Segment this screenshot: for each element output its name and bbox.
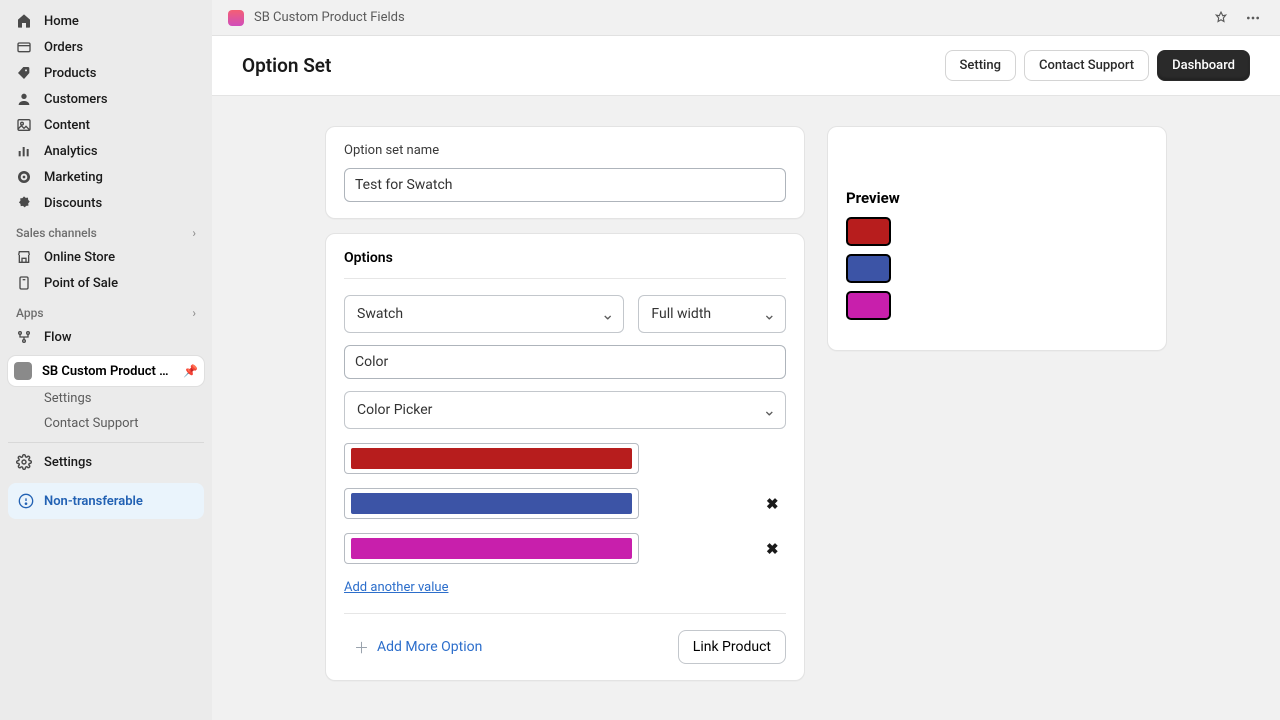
setting-button[interactable]: Setting (945, 50, 1016, 81)
main: SB Custom Product Fields Option Set Sett… (212, 0, 1280, 720)
page-header: Option Set Setting Contact Support Dashb… (212, 36, 1280, 96)
option-label-input[interactable] (344, 345, 786, 379)
sidebar-item-label: Flow (44, 330, 72, 345)
add-more-option-label: Add More Option (377, 639, 482, 655)
sidebar-item-label: Analytics (44, 144, 98, 159)
more-icon[interactable] (1242, 7, 1264, 29)
dashboard-button[interactable]: Dashboard (1157, 50, 1250, 81)
sidebar-item-label: Customers (44, 92, 108, 107)
discounts-icon (16, 195, 32, 211)
topbar-title: SB Custom Product Fields (254, 10, 1200, 25)
sidebar-item-label: Orders (44, 40, 83, 55)
sidebar-item-online-store[interactable]: Online Store (8, 244, 204, 270)
content: Option set name Options Swatch ⌄ Full wi… (212, 96, 1280, 720)
products-icon (16, 65, 32, 81)
customers-icon (16, 91, 32, 107)
preview-card: Preview (827, 126, 1167, 351)
contact-support-button[interactable]: Contact Support (1024, 50, 1149, 81)
pos-icon (16, 275, 32, 291)
app-sub-contact-support[interactable]: Contact Support (8, 411, 204, 436)
sidebar-item-customers[interactable]: Customers (8, 86, 204, 112)
topbar: SB Custom Product Fields (212, 0, 1280, 36)
swatch-color-input[interactable] (344, 488, 639, 519)
link-product-button[interactable]: Link Product (678, 630, 786, 664)
home-icon (16, 13, 32, 29)
non-transferable-label: Non-transferable (44, 494, 143, 509)
value-mode-select[interactable]: Color Picker (344, 391, 786, 429)
sidebar-item-home[interactable]: Home (8, 8, 204, 34)
sidebar-item-orders[interactable]: Orders (8, 34, 204, 60)
flow-icon (16, 329, 32, 345)
preview-title: Preview (846, 189, 1148, 207)
sidebar-item-label: Content (44, 118, 90, 133)
option-set-name-label: Option set name (344, 143, 786, 158)
swatch-color-input[interactable] (344, 443, 639, 474)
remove-swatch-icon[interactable]: ✖ (766, 495, 786, 513)
preview-swatch[interactable] (846, 291, 891, 320)
swatch-value-row: ✖ (344, 533, 786, 564)
swatch-color-input[interactable] (344, 533, 639, 564)
sidebar-item-content[interactable]: Content (8, 112, 204, 138)
settings-label: Settings (44, 455, 92, 470)
active-app-label: SB Custom Product Fi... (42, 364, 173, 379)
sidebar-item-marketing[interactable]: Marketing (8, 164, 204, 190)
add-more-option-button[interactable]: ＋ Add More Option (344, 631, 492, 664)
sales-channels-header[interactable]: Sales channels › (8, 216, 204, 244)
sales-channels-label: Sales channels (16, 226, 97, 240)
options-heading: Options (344, 250, 786, 266)
active-app-item[interactable]: SB Custom Product Fi... 📌 (8, 356, 204, 386)
page-title: Option Set (242, 54, 937, 77)
app-logo-icon (228, 10, 244, 26)
pin-icon[interactable] (1210, 7, 1232, 29)
option-set-name-input[interactable] (344, 168, 786, 202)
apps-header[interactable]: Apps › (8, 296, 204, 324)
sidebar-item-flow[interactable]: Flow (8, 324, 204, 350)
option-width-select[interactable]: Full width (638, 295, 786, 333)
sidebar-item-label: Marketing (44, 170, 103, 185)
sidebar-item-label: Products (44, 66, 96, 81)
add-another-value-link[interactable]: Add another value (344, 580, 448, 595)
remove-swatch-icon[interactable]: ✖ (766, 540, 786, 558)
analytics-icon (16, 143, 32, 159)
sidebar-item-label: Home (44, 14, 79, 29)
sidebar: Home Orders Products Customers Content A… (0, 0, 212, 720)
option-set-name-card: Option set name (325, 126, 805, 219)
pin-icon[interactable]: 📌 (183, 364, 198, 378)
swatch-value-row (344, 443, 786, 474)
apps-label: Apps (16, 306, 44, 320)
options-card: Options Swatch ⌄ Full width ⌄ Color Pick… (325, 233, 805, 681)
non-transferable-banner[interactable]: Non-transferable (8, 483, 204, 519)
preview-swatch[interactable] (846, 217, 891, 246)
option-type-select[interactable]: Swatch (344, 295, 624, 333)
sidebar-item-discounts[interactable]: Discounts (8, 190, 204, 216)
chevron-right-icon: › (192, 226, 196, 240)
plus-icon: ＋ (354, 637, 369, 658)
sidebar-item-label: Discounts (44, 196, 102, 211)
sidebar-item-label: Online Store (44, 250, 115, 265)
info-icon (18, 493, 34, 509)
app-icon (14, 362, 32, 380)
chevron-right-icon: › (192, 306, 196, 320)
swatch-value-row: ✖ (344, 488, 786, 519)
preview-swatch[interactable] (846, 254, 891, 283)
app-sub-settings[interactable]: Settings (8, 386, 204, 411)
sidebar-item-analytics[interactable]: Analytics (8, 138, 204, 164)
marketing-icon (16, 169, 32, 185)
content-icon (16, 117, 32, 133)
online-store-icon (16, 249, 32, 265)
gear-icon (16, 454, 32, 470)
sidebar-item-label: Point of Sale (44, 276, 118, 291)
orders-icon (16, 39, 32, 55)
sidebar-item-pos[interactable]: Point of Sale (8, 270, 204, 296)
sidebar-settings[interactable]: Settings (8, 449, 204, 475)
sidebar-item-products[interactable]: Products (8, 60, 204, 86)
